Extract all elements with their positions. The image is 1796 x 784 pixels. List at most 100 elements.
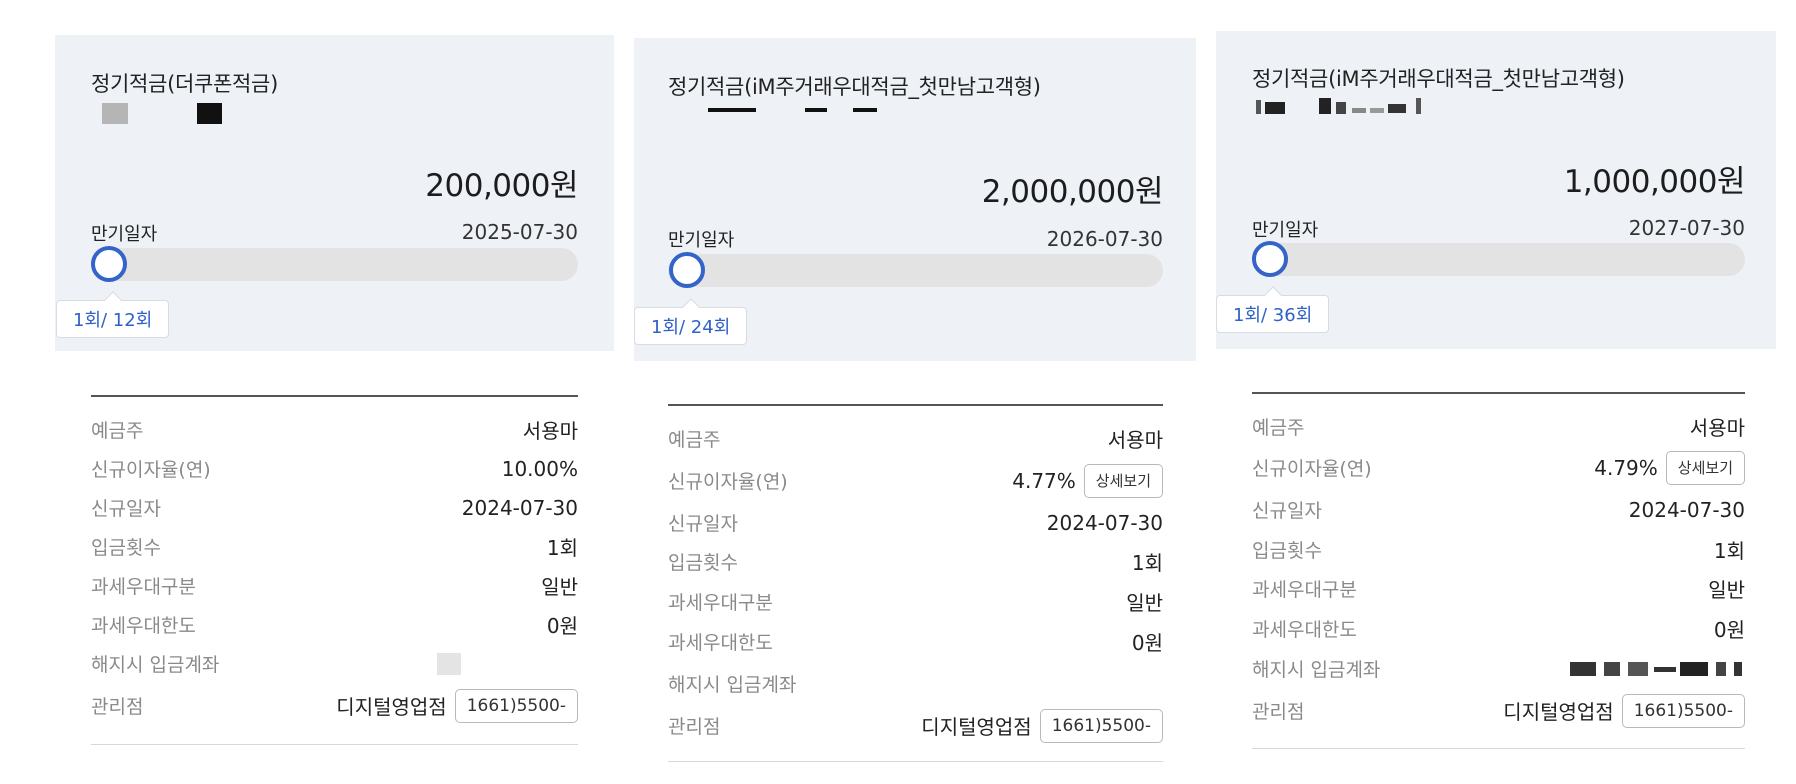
detail-label: 입금횟수 [1252,540,1322,562]
detail-value: 0원 [1713,618,1745,642]
detail-label: 신규일자 [668,513,738,535]
detail-value: 일반 [541,575,578,599]
detail-label: 신규이자율(연) [1252,458,1372,480]
detail-label: 해지시 입금계좌 [1252,659,1381,681]
rate-detail-button[interactable]: 상세보기 [1665,450,1745,485]
account-number-mask [853,108,877,112]
detail-row-open-date: 신규일자 2024-07-30 [91,488,578,527]
detail-label: 입금횟수 [668,552,738,574]
detail-label: 관리점 [91,696,144,718]
branch-phone-button[interactable]: 1661)5500- [1621,693,1745,728]
detail-row-tax-type: 과세우대구분 일반 [668,582,1163,621]
detail-label: 과세우대한도 [91,615,196,637]
balance-amount: 2,000,000원 [981,174,1164,210]
detail-row-branch: 관리점 디지털영업점 1661)5500- [91,686,578,725]
installment-progress-track [91,248,578,281]
maturity-date: 2027-07-30 [1628,216,1745,240]
detail-label: 관리점 [668,716,721,738]
detail-row-branch: 관리점 디지털영업점 1661)5500- [668,706,1163,745]
rate-detail-button[interactable]: 상세보기 [1083,463,1163,498]
branch-phone-button[interactable]: 1661)5500- [454,688,578,723]
details-top-divider [1252,392,1745,394]
detail-label: 신규이자율(연) [91,459,211,481]
detail-row-interest-rate: 신규이자율(연) 4.79% 상세보기 [1252,448,1745,487]
detail-row-open-date: 신규일자 2024-07-30 [1252,490,1745,529]
detail-label: 예금주 [668,429,721,451]
maturity-date: 2025-07-30 [461,220,578,244]
product-name: 정기적금(더쿠폰적금) [91,72,278,96]
installment-progress-track [1252,243,1745,276]
detail-value: 디지털영업점 [336,695,447,719]
detail-value: 1회 [1713,539,1745,563]
detail-value: 0원 [546,614,578,638]
detail-label: 신규일자 [91,498,161,520]
detail-value: 디지털영업점 [1503,700,1614,724]
detail-value: 1회 [1131,551,1163,575]
maturity-label: 만기일자 [1252,220,1319,241]
details-top-divider [668,404,1163,406]
detail-label: 과세우대한도 [1252,619,1357,641]
detail-row-deposit-count: 입금횟수 1회 [668,542,1163,581]
detail-row-tax-type: 과세우대구분 일반 [91,566,578,605]
detail-row-payout-account: 해지시 입금계좌 [1252,649,1745,688]
maturity-label: 만기일자 [668,230,735,251]
detail-row-tax-limit: 과세우대한도 0원 [668,622,1163,661]
payout-account-mask [437,652,461,675]
detail-row-holder: 예금주 서용마 [91,410,578,449]
installment-progress-thumb [1252,241,1288,277]
detail-value: 2024-07-30 [1046,510,1163,535]
detail-label: 과세우대구분 [668,592,773,614]
installment-count-badge: 1회/ 24회 [634,307,748,345]
details-bottom-divider [1252,748,1745,749]
detail-value: 4.79% [1594,455,1658,480]
maturity-date: 2026-07-30 [1046,227,1163,251]
detail-row-interest-rate: 신규이자율(연) 10.00% [91,449,578,488]
detail-row-holder: 예금주 서용마 [1252,407,1745,446]
detail-value: 2024-07-30 [1628,497,1745,522]
detail-value: 서용마 [1689,416,1745,440]
branch-phone-button[interactable]: 1661)5500- [1039,708,1163,743]
detail-label: 과세우대구분 [1252,579,1357,601]
detail-row-deposit-count: 입금횟수 1회 [91,527,578,566]
detail-row-tax-limit: 과세우대한도 0원 [91,605,578,644]
detail-value: 1회 [546,536,578,560]
detail-row-interest-rate: 신규이자율(연) 4.77% 상세보기 [668,461,1163,500]
maturity-label: 만기일자 [91,224,158,245]
installment-progress-thumb [669,252,705,288]
installment-progress-track [668,254,1163,287]
installment-count-badge: 1회/ 36회 [1216,295,1330,333]
balance-amount: 200,000원 [425,168,578,204]
detail-row-payout-account: 해지시 입금계좌 [91,644,578,683]
detail-row-tax-type: 과세우대구분 일반 [1252,569,1745,608]
detail-label: 예금주 [1252,417,1305,439]
detail-row-tax-limit: 과세우대한도 0원 [1252,609,1745,648]
detail-value: 디지털영업점 [921,715,1032,739]
account-number-mask [102,103,128,124]
detail-row-holder: 예금주 서용마 [668,419,1163,458]
detail-value: 10.00% [501,456,578,481]
details-top-divider [91,395,578,397]
detail-label: 해지시 입금계좌 [668,674,797,696]
detail-row-deposit-count: 입금횟수 1회 [1252,530,1745,569]
detail-row-open-date: 신규일자 2024-07-30 [668,503,1163,542]
product-name: 정기적금(iM주거래우대적금_첫만남고객형) [1252,67,1625,91]
detail-value: 2024-07-30 [461,495,578,520]
installment-progress-thumb [91,246,127,282]
detail-value: 서용마 [522,419,578,443]
detail-value: 4.77% [1012,468,1076,493]
account-number-mask [708,108,756,112]
payout-account-mask [1570,660,1745,678]
account-number-mask [197,103,222,124]
detail-value: 0원 [1131,631,1163,655]
detail-value: 일반 [1126,591,1163,615]
balance-amount: 1,000,000원 [1563,164,1746,200]
detail-label: 과세우대한도 [668,632,773,654]
detail-label: 신규일자 [1252,500,1322,522]
details-bottom-divider [91,744,578,745]
detail-label: 입금횟수 [91,537,161,559]
detail-row-payout-account: 해지시 입금계좌 [668,664,1163,703]
detail-row-branch: 관리점 디지털영업점 1661)5500- [1252,691,1745,730]
detail-label: 관리점 [1252,701,1305,723]
account-number-mask [805,108,827,112]
installment-count-badge: 1회/ 12회 [56,300,170,338]
